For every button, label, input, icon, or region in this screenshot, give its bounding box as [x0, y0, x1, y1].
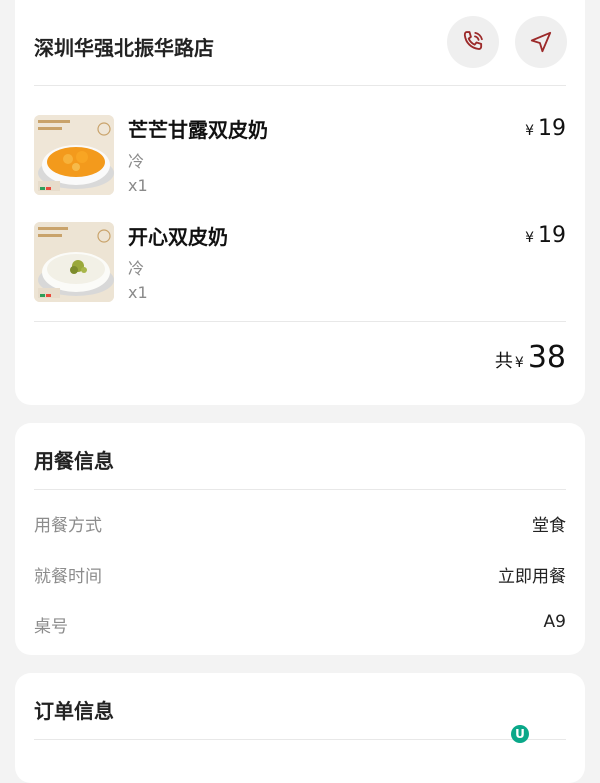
divider — [34, 321, 566, 322]
navigation-arrow-icon — [530, 31, 552, 53]
info-value: 堂食 — [532, 516, 566, 536]
item-spec: 冷 — [128, 152, 145, 171]
order-total: 共 ¥ 38 — [495, 340, 566, 375]
item-name: 开心双皮奶 — [128, 225, 228, 249]
price-value: 19 — [538, 223, 566, 248]
divider — [34, 489, 566, 490]
dining-info-card: 用餐信息 用餐方式 堂食 就餐时间 立即用餐 桌号 A9 — [15, 423, 585, 655]
order-info-card: 订单信息 — [15, 673, 585, 783]
item-name: 芒芒甘露双皮奶 — [128, 118, 268, 142]
mango-pudding-thumbnail — [34, 115, 114, 195]
currency-symbol: ¥ — [514, 355, 524, 371]
info-value: A9 — [543, 612, 566, 632]
item-quantity: x1 — [128, 176, 148, 195]
divider — [34, 85, 566, 86]
info-label: 用餐方式 — [34, 516, 102, 536]
price-value: 19 — [538, 116, 566, 141]
currency-symbol: ¥ — [525, 230, 534, 246]
store-name: 深圳华强北振华路店 — [34, 36, 214, 60]
info-value: 立即用餐 — [498, 567, 566, 587]
dining-mode-row: 用餐方式 堂食 — [34, 511, 566, 537]
phone-call-icon — [463, 31, 483, 50]
divider — [34, 739, 566, 740]
order-item[interactable]: 芒芒甘露双皮奶 冷 x1 ¥19 — [34, 115, 566, 195]
call-store-button[interactable] — [447, 16, 499, 68]
item-price: ¥19 — [525, 223, 566, 248]
item-spec: 冷 — [128, 259, 145, 278]
section-title: 订单信息 — [34, 699, 114, 723]
total-amount: 38 — [527, 340, 566, 375]
total-label: 共 — [494, 351, 513, 372]
info-label: 桌号 — [34, 617, 68, 637]
order-items-card: 深圳华强北振华路店 芒芒甘露双皮奶 冷 x1 ¥ 19 开心双皮奶 冷 x1 ¥… — [15, 0, 585, 405]
currency-symbol: ¥ — [525, 123, 534, 139]
item-price: ¥19 — [525, 116, 566, 141]
brand-logo-icon: U — [511, 725, 529, 743]
item-quantity: x1 — [128, 283, 148, 302]
pistachio-milk-pudding-thumbnail — [34, 222, 114, 302]
section-title: 用餐信息 — [34, 449, 114, 473]
order-item[interactable]: 开心双皮奶 冷 x1 ¥19 — [34, 222, 566, 302]
info-label: 就餐时间 — [34, 567, 102, 587]
table-number-row: 桌号 A9 — [34, 612, 566, 638]
dining-time-row: 就餐时间 立即用餐 — [34, 562, 566, 588]
navigate-to-store-button[interactable] — [515, 16, 567, 68]
